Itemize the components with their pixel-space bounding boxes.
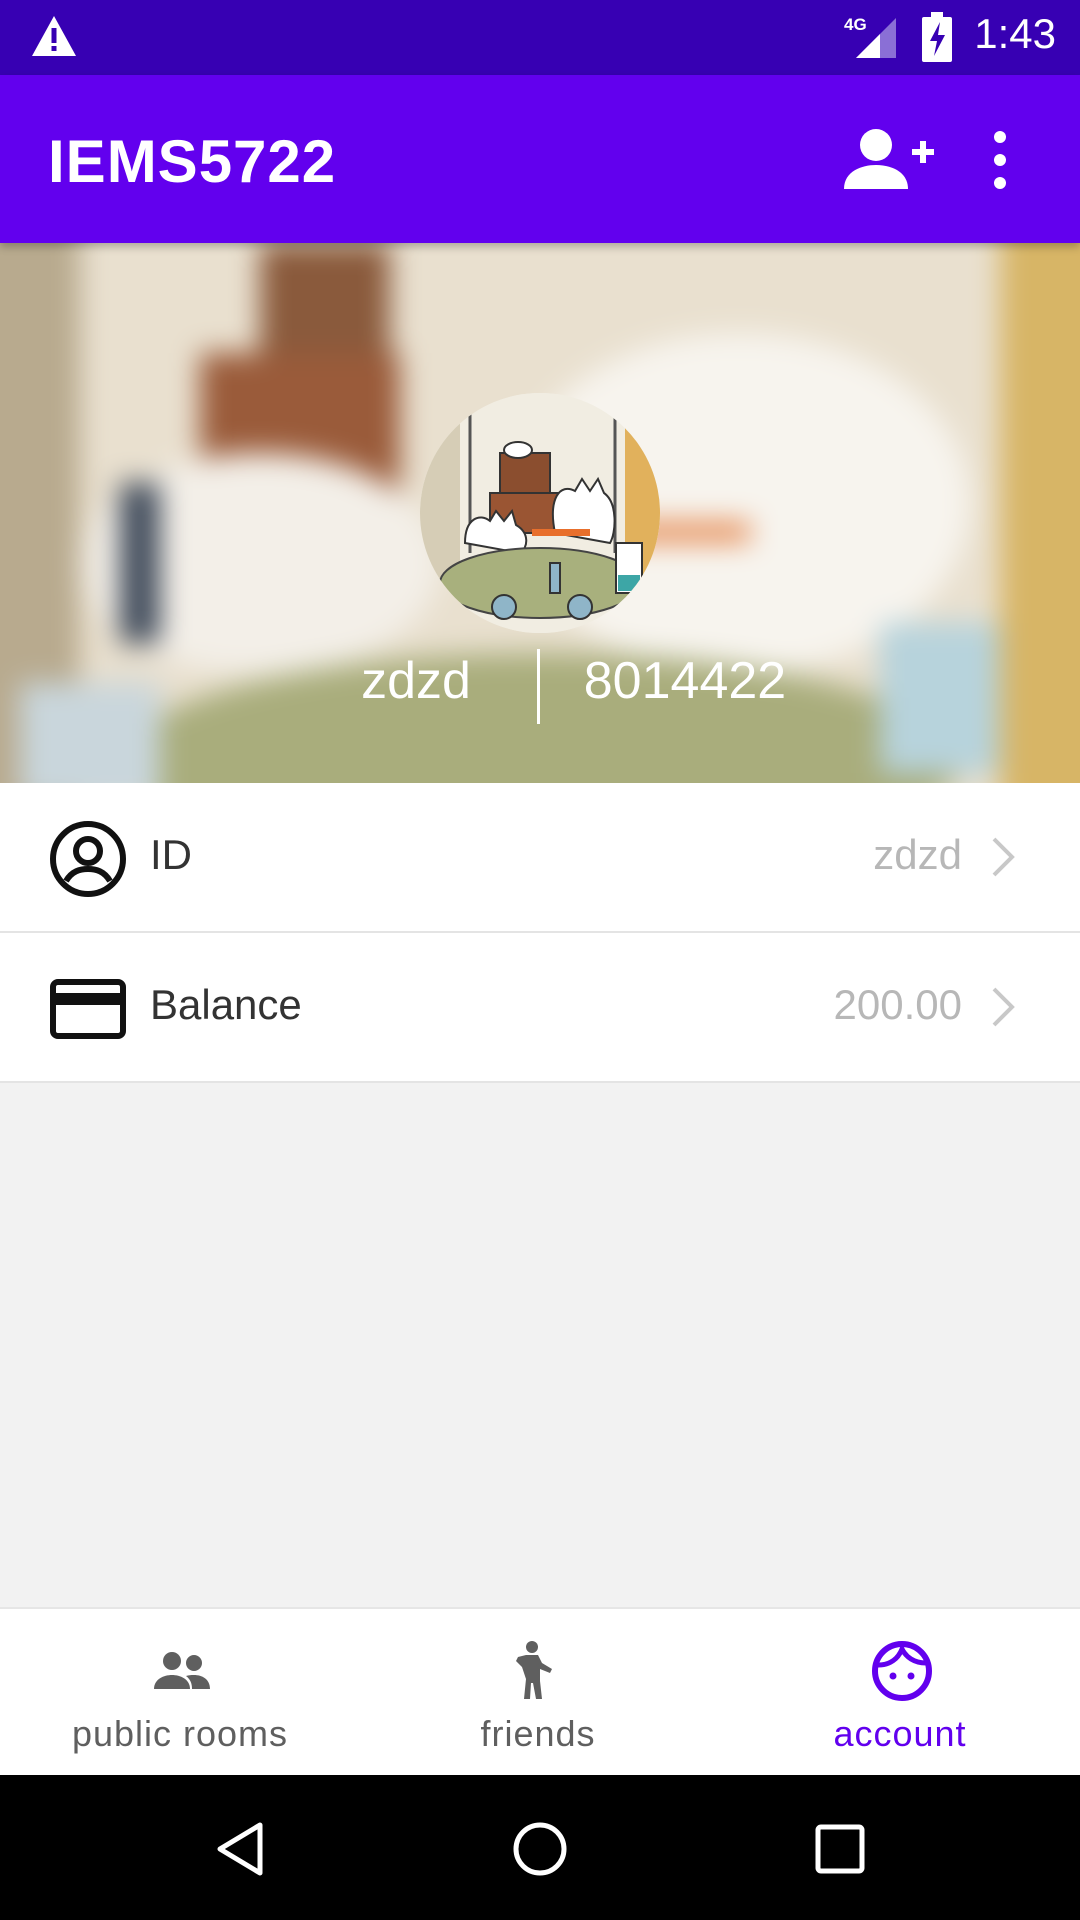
id-row[interactable]: ID zdzd <box>0 783 1080 933</box>
more-vert-icon[interactable] <box>984 127 1016 193</box>
chevron-right-icon <box>992 837 1015 877</box>
signal-icon: 4G <box>844 15 896 58</box>
network-type-label: 4G <box>844 15 867 34</box>
id-label: ID <box>150 831 192 878</box>
nav-public-rooms-label: public rooms <box>71 1713 289 1754</box>
back-icon[interactable] <box>210 1819 270 1879</box>
app-bar: IEMS5722 <box>0 75 1080 243</box>
nav-public-rooms[interactable]: public rooms <box>0 1609 360 1777</box>
balance-label: Balance <box>150 981 302 1028</box>
clock: 1:43 <box>974 10 1056 57</box>
id-value: zdzd <box>873 831 962 878</box>
app-title: IEMS5722 <box>48 128 337 195</box>
account-circle-icon <box>50 821 126 897</box>
home-icon[interactable] <box>510 1819 570 1879</box>
balance-row[interactable]: Balance 200.00 <box>0 933 1080 1083</box>
person-waving-icon <box>516 1641 552 1699</box>
system-navigation-bar <box>0 1775 1080 1920</box>
avatar[interactable] <box>420 393 660 633</box>
credit-card-icon <box>50 979 126 1039</box>
bottom-navigation: public rooms friends account <box>0 1607 1080 1777</box>
warning-icon <box>32 16 76 56</box>
profile-header: zdzd 8014422 <box>0 243 1080 783</box>
face-icon <box>872 1641 932 1701</box>
nav-friends[interactable]: friends <box>358 1609 718 1777</box>
nav-account-label: account <box>833 1713 967 1754</box>
header-user-number: 8014422 <box>583 652 787 710</box>
status-bar: 4G 1:43 <box>0 0 1080 75</box>
header-username: zdzd <box>361 652 471 710</box>
chevron-right-icon <box>992 987 1015 1027</box>
nav-account[interactable]: account <box>720 1609 1080 1777</box>
avatar-image <box>420 393 660 633</box>
recents-icon[interactable] <box>810 1819 870 1879</box>
nav-friends-label: friends <box>480 1713 596 1754</box>
balance-value: 200.00 <box>833 981 962 1028</box>
header-divider <box>537 649 540 724</box>
battery-charging-icon <box>922 12 952 62</box>
people-icon <box>154 1652 210 1689</box>
add-person-icon[interactable] <box>840 127 936 193</box>
